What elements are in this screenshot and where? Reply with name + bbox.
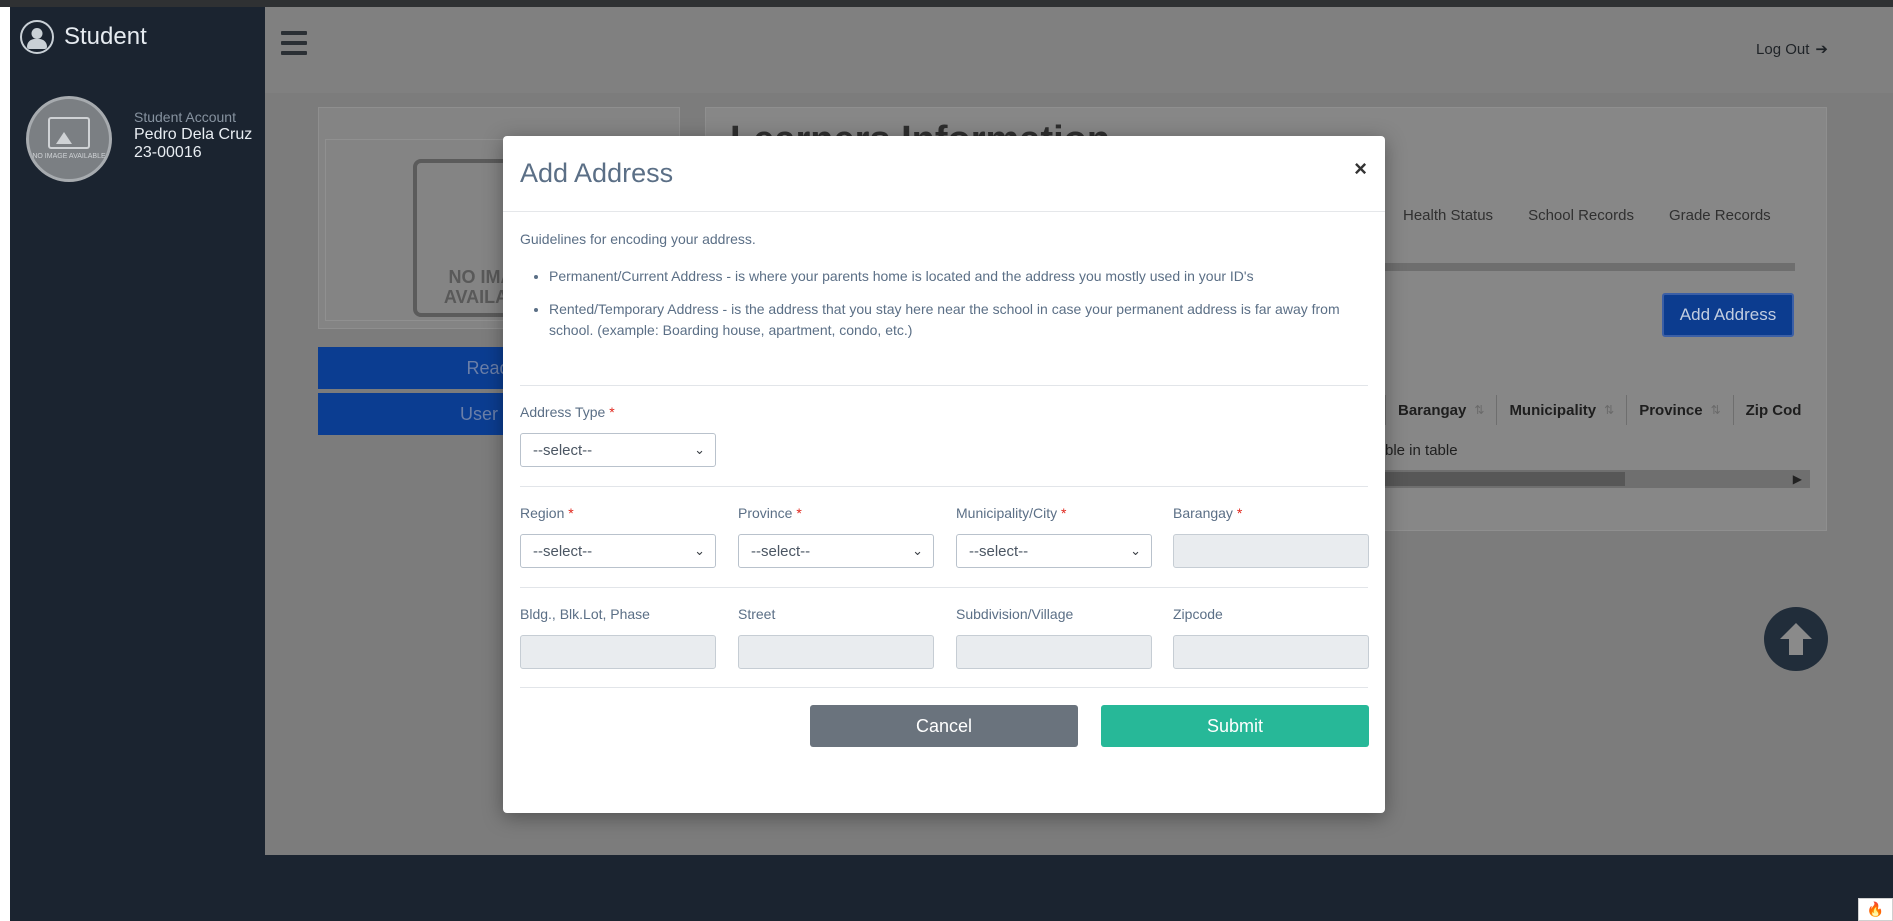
column-province[interactable]: Province ⇅ — [1626, 395, 1732, 425]
divider — [520, 385, 1368, 386]
divider — [520, 486, 1368, 487]
account-info: Student Account Pedro Dela Cruz 23-00016 — [134, 108, 252, 162]
subdivision-input[interactable] — [956, 635, 1152, 669]
account-type: Student Account — [134, 109, 236, 125]
sort-icon: ⇅ — [1710, 403, 1721, 417]
arrow-up-icon — [1780, 623, 1812, 655]
guidelines-intro: Guidelines for encoding your address. — [520, 231, 756, 247]
chevron-down-icon: ⌄ — [1130, 543, 1141, 558]
close-icon[interactable]: × — [1354, 156, 1367, 182]
scrollbar-thumb[interactable] — [1385, 472, 1625, 486]
subdivision-label: Subdivision/Village — [956, 606, 1074, 622]
modal-title: Add Address — [520, 158, 674, 188]
chevron-down-icon: ⌄ — [912, 543, 923, 558]
municipality-select[interactable]: --select-- ⌄ — [956, 534, 1152, 568]
street-input[interactable] — [738, 635, 934, 669]
chevron-down-icon: ⌄ — [694, 442, 705, 457]
bldg-input[interactable] — [520, 635, 716, 669]
table-header: Barangay ⇅ Municipality ⇅ Province ⇅ Zip Co… — [1385, 395, 1813, 425]
zipcode-input[interactable] — [1173, 635, 1369, 669]
address-type-label: Address Type * — [520, 404, 615, 420]
empty-table-text: ble in table — [1385, 442, 1458, 459]
region-label: Region * — [520, 505, 574, 521]
sort-icon: ⇅ — [1474, 403, 1485, 417]
guidelines-list: Permanent/Current Address - is where you… — [533, 266, 1369, 353]
logout-link[interactable]: Log Out ➔ — [1756, 40, 1828, 59]
window-left-edge — [0, 7, 10, 921]
add-address-modal: Add Address × Guidelines for encoding yo… — [503, 136, 1385, 813]
avatar-text: NO IMAGE AVAILABLE — [32, 153, 106, 160]
logout-icon: ➔ — [1815, 41, 1828, 58]
cancel-button[interactable]: Cancel — [810, 705, 1078, 747]
bldg-label: Bldg., Blk.Lot, Phase — [520, 606, 650, 622]
column-municipality[interactable]: Municipality ⇅ — [1496, 395, 1626, 425]
sort-icon: ⇅ — [1604, 403, 1615, 417]
barangay-label: Barangay * — [1173, 505, 1243, 521]
add-address-button[interactable]: Add Address — [1662, 293, 1794, 337]
avatar: NO IMAGE AVAILABLE — [26, 96, 112, 182]
brand-label: Student — [64, 23, 147, 50]
guideline-permanent: Permanent/Current Address - is where you… — [549, 266, 1369, 287]
sidebar-brand[interactable]: Student — [20, 20, 147, 54]
info-tabs: Health Status School Records Grade Recor… — [1403, 207, 1771, 224]
divider — [520, 587, 1368, 588]
modal-header: Add Address × — [503, 136, 1385, 212]
image-placeholder-icon — [48, 117, 90, 149]
flame-icon[interactable]: 🔥 — [1858, 898, 1893, 921]
street-label: Street — [738, 606, 776, 622]
scroll-top-button[interactable] — [1764, 607, 1828, 671]
window-top-strip — [0, 0, 1893, 7]
municipality-label: Municipality/City * — [956, 505, 1067, 521]
chevron-down-icon: ⌄ — [694, 543, 705, 558]
tab-grade-records[interactable]: Grade Records — [1669, 207, 1771, 224]
top-header: Log Out ➔ — [265, 7, 1893, 93]
student-name: Pedro Dela Cruz — [134, 126, 253, 143]
guideline-rented: Rented/Temporary Address - is the addres… — [549, 299, 1369, 341]
divider — [520, 687, 1368, 688]
barangay-input[interactable] — [1173, 534, 1369, 568]
address-type-select[interactable]: --select-- ⌄ — [520, 433, 716, 467]
tab-school-records[interactable]: School Records — [1528, 207, 1634, 224]
province-select[interactable]: --select-- ⌄ — [738, 534, 934, 568]
zipcode-label: Zipcode — [1173, 606, 1223, 622]
student-id: 23-00016 — [134, 144, 202, 161]
tab-health-status[interactable]: Health Status — [1403, 207, 1493, 224]
region-select[interactable]: --select-- ⌄ — [520, 534, 716, 568]
user-circle-icon — [20, 20, 54, 54]
column-barangay[interactable]: Barangay ⇅ — [1385, 395, 1496, 425]
table-scrollbar[interactable]: ▶ — [1385, 470, 1810, 488]
logout-label: Log Out — [1756, 40, 1810, 58]
hamburger-menu-icon[interactable] — [281, 31, 307, 55]
tab-underline — [1345, 263, 1795, 271]
province-label: Province * — [738, 505, 802, 521]
column-zipcode[interactable]: Zip Cod — [1732, 395, 1814, 425]
scroll-right-icon[interactable]: ▶ — [1793, 472, 1802, 486]
submit-button[interactable]: Submit — [1101, 705, 1369, 747]
